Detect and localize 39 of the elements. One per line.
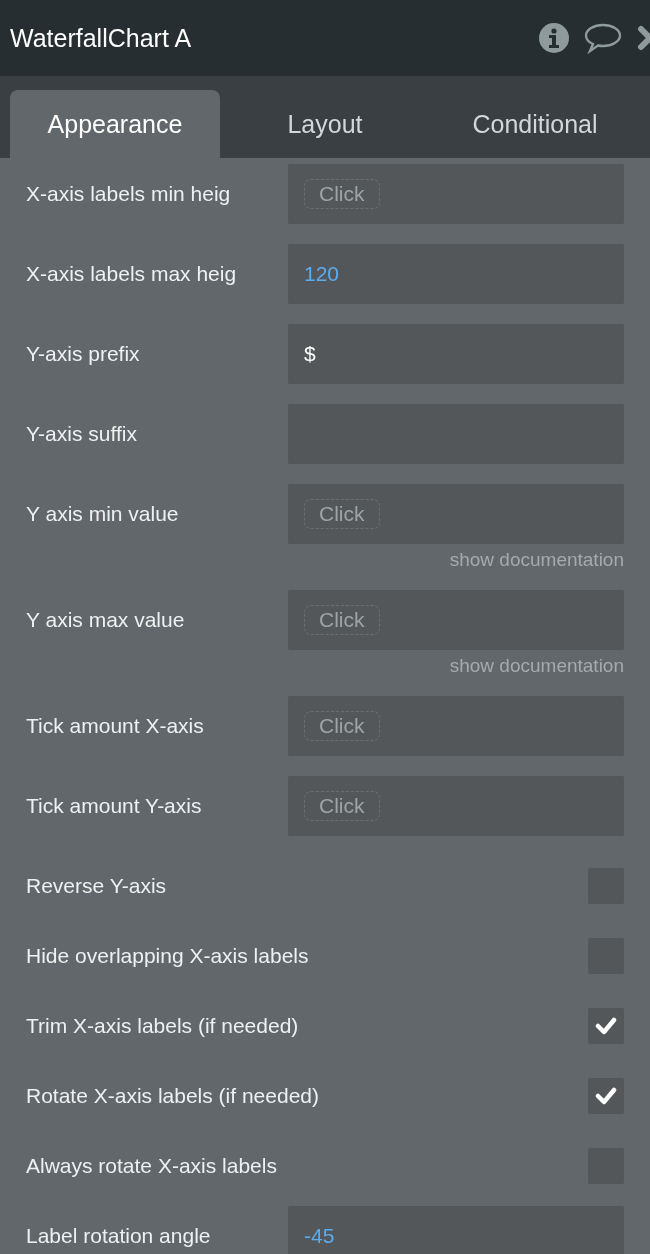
click-button[interactable]: Click (304, 791, 380, 821)
input-field[interactable]: Click (288, 696, 624, 756)
tab[interactable]: Conditional (430, 90, 640, 158)
checkbox-label: Reverse Y-axis (26, 874, 167, 898)
tab[interactable]: Appearance (10, 90, 220, 158)
info-icon[interactable] (538, 22, 570, 54)
field-label: Tick amount X-axis (26, 714, 205, 738)
input-field[interactable]: Click (288, 776, 624, 836)
input-field[interactable]: Click (288, 484, 624, 544)
field-label: Label rotation angle (26, 1224, 212, 1248)
check-icon (595, 1087, 617, 1105)
field-label: X-axis labels min heig (26, 182, 232, 206)
checkbox-label: Rotate X-axis labels (if needed) (26, 1084, 319, 1108)
checkbox-label: Hide overlapping X-axis labels (26, 944, 309, 968)
documentation-link[interactable]: show documentation (449, 550, 624, 590)
click-button[interactable]: Click (304, 179, 380, 209)
input-field[interactable]: Click (288, 590, 624, 650)
input-field[interactable]: 120 (288, 244, 624, 304)
click-button[interactable]: Click (304, 711, 380, 741)
checkbox[interactable] (588, 1008, 624, 1044)
input-field[interactable]: -45 (288, 1206, 624, 1254)
check-icon (595, 1017, 617, 1035)
click-button[interactable]: Click (304, 499, 380, 529)
input-field[interactable]: Click (288, 164, 624, 224)
documentation-link[interactable]: show documentation (449, 656, 624, 696)
field-label: Y axis max value (26, 608, 186, 632)
checkbox-label: Always rotate X-axis labels (26, 1154, 277, 1178)
field-label: X-axis labels max heig (26, 262, 238, 286)
field-label: Y-axis suffix (26, 422, 138, 446)
window-title: WaterfallChart A (10, 23, 193, 53)
speech-bubble-icon[interactable] (584, 22, 622, 54)
checkbox[interactable] (588, 1078, 624, 1114)
field-label: Tick amount Y-axis (26, 794, 203, 818)
tab[interactable]: Layout (220, 90, 430, 158)
field-label: Y-axis prefix (26, 342, 141, 366)
input-field[interactable]: $ (288, 324, 624, 384)
click-button[interactable]: Click (304, 605, 380, 635)
field-label: Y axis min value (26, 502, 180, 526)
checkbox-label: Trim X-axis labels (if needed) (26, 1014, 299, 1038)
